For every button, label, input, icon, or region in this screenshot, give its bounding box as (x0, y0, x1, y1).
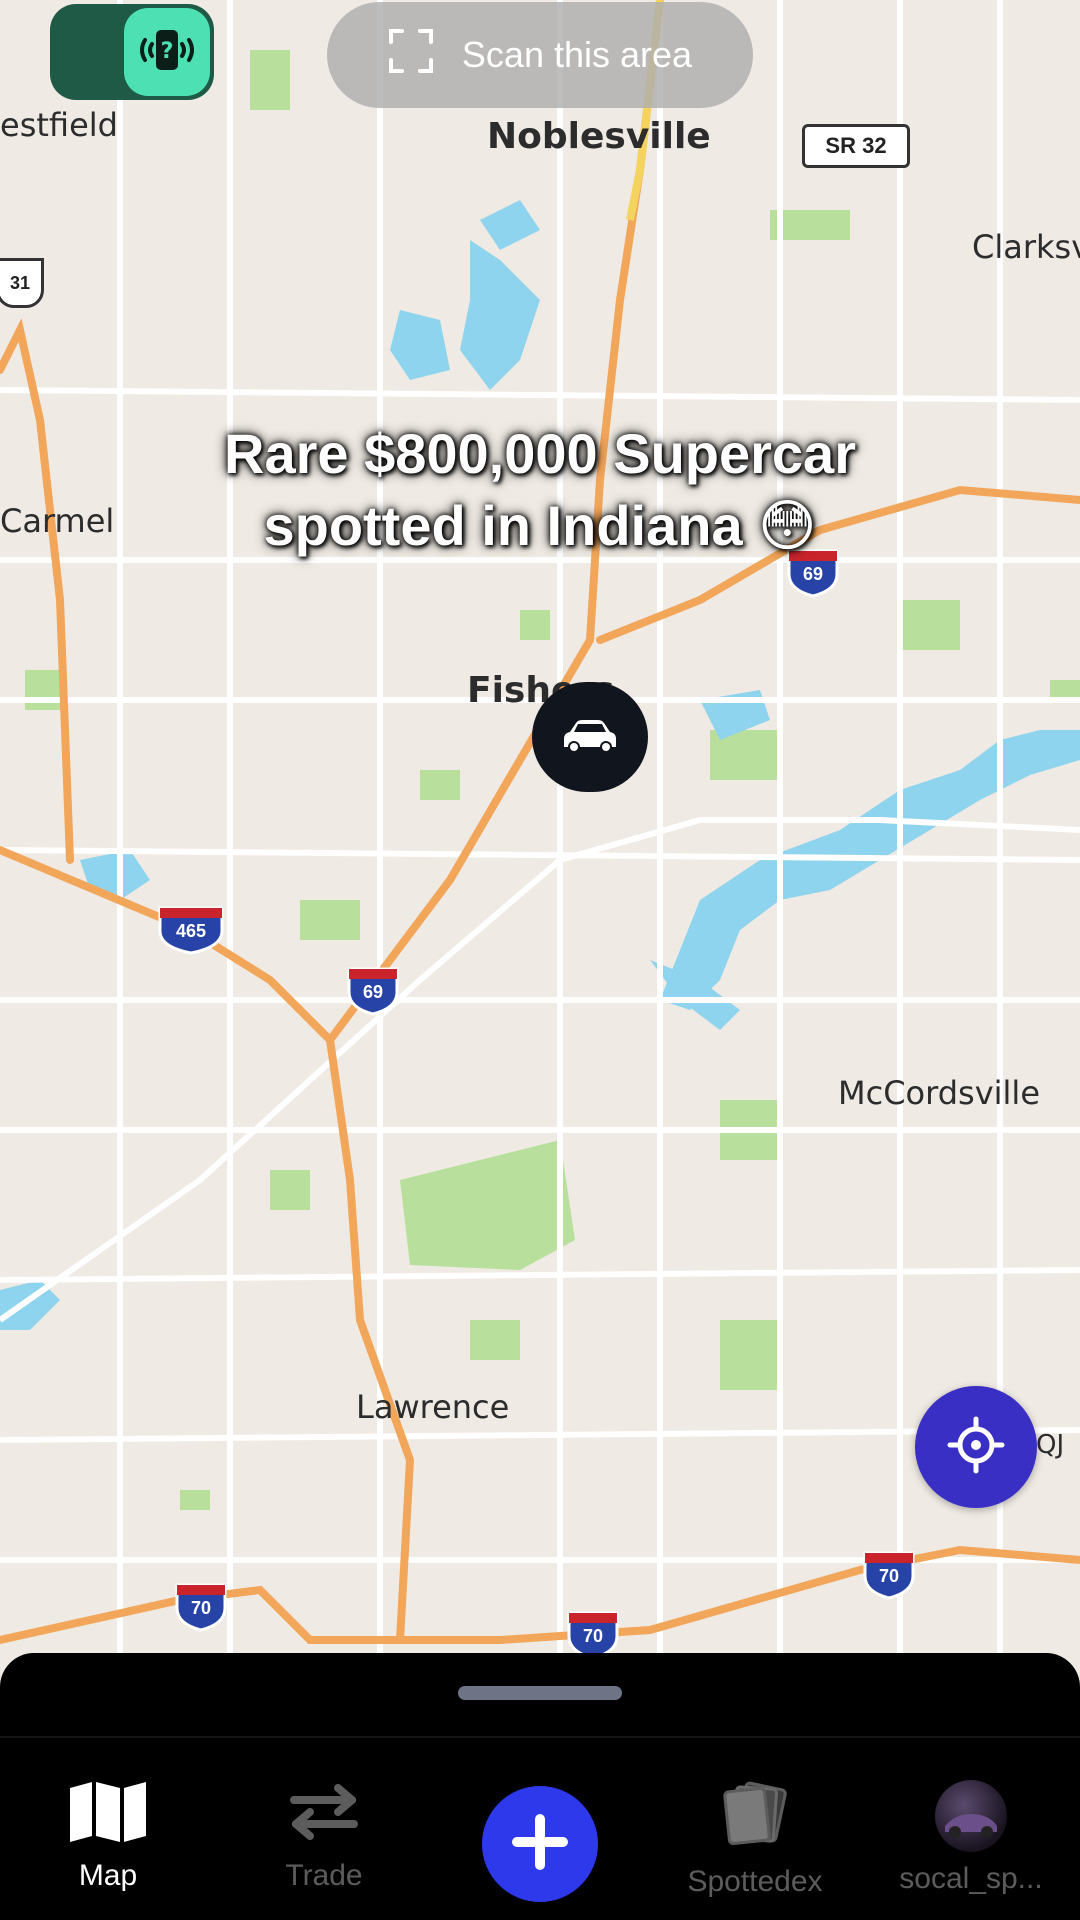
shield-sr32-label: SR 32 (825, 133, 887, 158)
crosshair-icon (946, 1415, 1006, 1480)
sheet-divider (0, 1736, 1080, 1738)
shield-i69-south-label: 69 (362, 982, 384, 1002)
shield-i69-south: 69 (346, 966, 400, 1016)
scan-area-label: Scan this area (461, 34, 693, 75)
question-device-icon: ? (135, 26, 199, 79)
map-label-lawrence: Lawrence (356, 1388, 510, 1426)
caption-line-1: Rare $800,000 Supercar (224, 422, 856, 485)
map-canvas[interactable] (0, 0, 1080, 1660)
nav-tab-spottedex-label: Spottedex (687, 1865, 823, 1898)
shield-i465-label: 465 (175, 921, 207, 941)
map-label-mccordsville: McCordsville (838, 1074, 1040, 1112)
car-spot-marker[interactable] (532, 682, 648, 792)
map-label-westfield: estfield (0, 106, 118, 144)
scan-frame-icon (388, 28, 434, 83)
avatar (935, 1780, 1007, 1852)
nav-tab-trade[interactable]: Trade (224, 1780, 424, 1893)
caption-line-2: spotted in Indiana 😳 (263, 494, 817, 557)
toggle-knob[interactable]: ? (124, 8, 210, 96)
map-label-airport: QJ (1036, 1430, 1065, 1460)
plus-icon (511, 1813, 569, 1876)
sheet-drag-handle[interactable] (458, 1686, 622, 1700)
nav-tab-map-label: Map (78, 1859, 138, 1892)
map-label-noblesville: Noblesville (487, 116, 711, 157)
radar-mode-toggle[interactable]: ? (50, 4, 214, 100)
map-view[interactable]: estfield Noblesville Clarksvi Carmel Fis… (0, 0, 1080, 1660)
shield-sr32: SR 32 (802, 124, 910, 168)
shield-i70-east-label: 70 (878, 1566, 900, 1586)
shield-i70-west: 70 (174, 1582, 228, 1632)
add-spot-button[interactable] (482, 1786, 598, 1902)
shield-i70-center-label: 70 (582, 1626, 604, 1646)
swap-arrows-icon (286, 1780, 362, 1849)
nav-tab-spottedex[interactable]: Spottedex (655, 1780, 855, 1899)
scan-area-button[interactable]: Scan this area (327, 2, 753, 108)
locate-me-button[interactable] (915, 1386, 1037, 1508)
svg-text:?: ? (161, 39, 174, 64)
cards-icon (719, 1780, 791, 1855)
shield-i70-east: 70 (862, 1550, 916, 1600)
shield-i69-north-label: 69 (802, 564, 824, 584)
video-caption: Rare $800,000 Supercar spotted in Indian… (0, 418, 1080, 562)
map-icon (68, 1780, 148, 1849)
nav-tab-trade-label: Trade (285, 1859, 363, 1892)
nav-tab-profile[interactable]: socal_sp... (871, 1780, 1071, 1896)
shield-us31: 31 (0, 258, 44, 308)
map-label-clarksville: Clarksvi (972, 228, 1080, 266)
nav-tab-profile-label: socal_sp... (899, 1862, 1043, 1895)
car-icon (558, 715, 622, 760)
shield-i465: 465 (157, 905, 225, 955)
shield-us31-label: 31 (9, 272, 31, 293)
shield-i70-west-label: 70 (190, 1598, 212, 1618)
nav-tab-map[interactable]: Map (8, 1780, 208, 1893)
